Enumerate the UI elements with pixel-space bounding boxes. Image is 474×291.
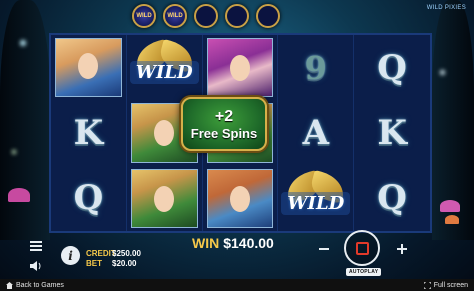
reel-cell: A	[278, 100, 355, 166]
queen-symbol: Q	[73, 178, 104, 219]
speaker-icon[interactable]	[28, 258, 43, 273]
free-spins-banner: +2 Free Spins	[181, 97, 267, 151]
balance-panel: CREDIT$250.00 BET $20.00	[86, 249, 141, 269]
ace-symbol: A	[302, 112, 329, 153]
fullscreen-link[interactable]: Full screen	[423, 281, 468, 289]
reel-cell: WILD	[127, 35, 203, 101]
wild-symbol-text: WILD	[129, 61, 199, 85]
pink-fairy-symbol	[206, 38, 274, 98]
win-value: $140.00	[223, 235, 274, 251]
reel-cell: K	[354, 100, 430, 165]
wild-collector-slot-label: WILD	[167, 13, 183, 19]
wild-collector-slot-3	[194, 4, 218, 28]
reel-cell: K	[51, 100, 127, 166]
golden-wings-wild-symbol: WILD	[278, 166, 353, 231]
info-icon[interactable]: i	[61, 246, 80, 265]
minus-icon[interactable]	[319, 243, 329, 257]
spin-button[interactable]	[344, 230, 380, 266]
wild-collector-slot-4	[225, 4, 249, 28]
hamburger-menu-icon[interactable]	[28, 238, 43, 253]
reel-cell: Q	[354, 35, 430, 100]
queen-symbol: Q	[377, 178, 407, 219]
back-to-games-label: Back to Games	[16, 281, 64, 289]
wild-collector-slot-5	[256, 4, 280, 28]
back-to-games-link[interactable]: Back to Games	[6, 281, 64, 289]
free-spins-count: +2	[214, 107, 234, 125]
king-symbol: K	[377, 112, 407, 153]
nine-symbol: 9	[304, 48, 327, 87]
elf-prince-symbol	[130, 168, 198, 228]
win-display: WIN $140.00	[192, 235, 274, 251]
golden-wings-wild-symbol: WILD	[127, 35, 202, 100]
game-logo-text: WILD PIXIES	[426, 5, 466, 11]
free-spins-label: Free Spins	[190, 125, 258, 141]
autoplay-button[interactable]: AUTOPLAY	[346, 268, 382, 276]
wild-collector-slot-2: WILD	[163, 4, 187, 28]
redhead-fairy-symbol	[206, 168, 274, 228]
reel-cell: Q	[51, 165, 127, 231]
fullscreen-icon	[423, 281, 431, 289]
credit-label: CREDIT	[86, 249, 116, 258]
bet-value: $20.00	[112, 259, 137, 268]
fullscreen-label: Full screen	[433, 281, 468, 289]
wild-collector-slot-1: WILD	[132, 4, 156, 28]
bet-label: BET	[86, 259, 102, 268]
king-symbol: K	[73, 112, 104, 153]
reel-cell: 9	[278, 35, 355, 101]
reel-cell: WILD	[278, 165, 355, 231]
home-icon	[6, 281, 13, 289]
footer-bar: Back to Games Full screen	[0, 279, 474, 291]
wild-collector-bar: WILD WILD	[132, 4, 280, 28]
plus-icon[interactable]	[397, 243, 407, 257]
credit-value: $250.00	[112, 249, 141, 258]
reel-cell	[203, 165, 279, 231]
queen-symbol: Q	[377, 47, 407, 88]
wild-symbol-text: WILD	[281, 191, 351, 215]
win-label: WIN	[192, 235, 220, 251]
reel-cell	[203, 35, 279, 101]
reel-cell	[51, 35, 127, 101]
blonde-fairy-symbol	[55, 38, 122, 98]
spin-stop-icon	[355, 241, 369, 255]
reel-cell: Q	[354, 166, 430, 231]
reel-cell	[127, 165, 203, 231]
wild-collector-slot-label: WILD	[136, 13, 152, 19]
